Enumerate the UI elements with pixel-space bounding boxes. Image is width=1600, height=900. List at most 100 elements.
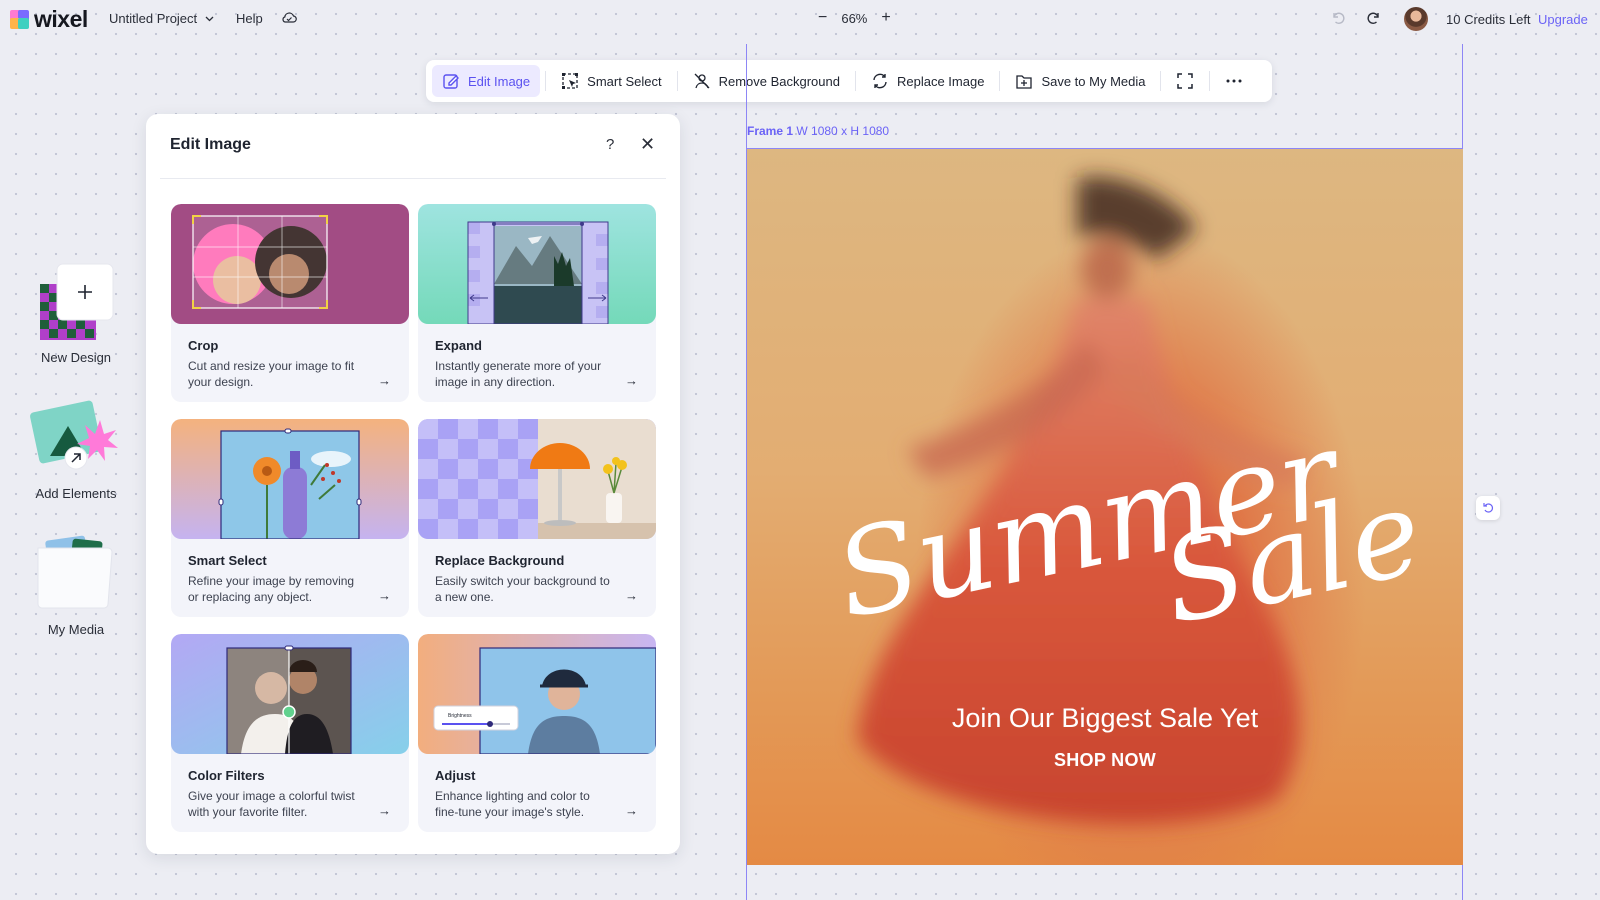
toolbar-divider bbox=[676, 71, 678, 91]
fullscreen-icon bbox=[1177, 73, 1194, 89]
frame-name: Frame 1 bbox=[747, 124, 794, 138]
frame-subtitle: Join Our Biggest Sale Yet bbox=[951, 703, 1259, 733]
rail-new-design[interactable]: New Design bbox=[28, 262, 124, 365]
replace-background-card[interactable]: Replace Background Easily switch your ba… bbox=[418, 419, 656, 617]
shapes-icon bbox=[30, 400, 118, 470]
remove-background-icon bbox=[694, 73, 710, 89]
image-toolbar: Edit Image Smart Select Remove Backgroun… bbox=[426, 60, 1272, 102]
top-bar: wixel Untitled Project Help − 66% + 10 C… bbox=[0, 0, 1600, 38]
color-filters-card[interactable]: Color Filters Give your image a colorful… bbox=[171, 634, 409, 832]
project-menu[interactable]: Untitled Project bbox=[109, 11, 214, 26]
project-name: Untitled Project bbox=[109, 11, 198, 26]
card-description: Instantly generate more of your image in… bbox=[435, 359, 602, 389]
smart-select-label: Smart Select bbox=[587, 73, 662, 89]
undo-icon[interactable] bbox=[1330, 10, 1346, 26]
replace-image-label: Replace Image bbox=[896, 73, 985, 89]
rail-my-media[interactable]: My Media bbox=[28, 534, 124, 637]
card-title: Expand bbox=[435, 338, 482, 353]
card-title: Smart Select bbox=[188, 553, 267, 568]
my-media-thumbnail bbox=[28, 534, 124, 616]
card-description: Cut and resize your image to fit your de… bbox=[188, 359, 355, 389]
adjust-preview-image: Brightness bbox=[418, 634, 656, 754]
arrow-right-icon: → bbox=[625, 373, 638, 388]
help-button[interactable]: ? bbox=[606, 136, 614, 153]
save-to-media-icon bbox=[1016, 75, 1033, 89]
checkerboard-icon bbox=[40, 263, 114, 340]
edit-image-button[interactable]: Edit Image bbox=[432, 65, 541, 97]
rotate-icon bbox=[1483, 503, 1493, 513]
toolbar-divider bbox=[1209, 71, 1211, 91]
more-dots-icon bbox=[1226, 79, 1242, 83]
zoom-in-button[interactable]: + bbox=[881, 9, 890, 27]
zoom-out-button[interactable]: − bbox=[818, 9, 827, 27]
brand-name: wixel bbox=[34, 6, 88, 32]
adjust-slider-label: Brightness bbox=[448, 713, 472, 719]
zoom-level[interactable]: 66% bbox=[841, 11, 867, 26]
rail-add-elements[interactable]: Add Elements bbox=[28, 398, 124, 501]
wixel-logo[interactable]: wixel bbox=[10, 6, 88, 33]
rotate-button[interactable] bbox=[1476, 496, 1500, 520]
more-options-button[interactable] bbox=[1215, 65, 1253, 97]
panel-title: Edit Image bbox=[170, 136, 251, 153]
expand-card[interactable]: Expand Instantly generate more of your i… bbox=[418, 204, 656, 402]
smart-select-card[interactable]: Smart Select Refine your image by removi… bbox=[171, 419, 409, 617]
arrow-right-icon: → bbox=[378, 803, 391, 818]
card-description: Give your image a colorful twist with yo… bbox=[188, 789, 355, 819]
replace-image-button[interactable]: Replace Image bbox=[861, 65, 994, 97]
panel-divider bbox=[160, 178, 666, 179]
edit-image-icon bbox=[443, 74, 459, 89]
edit-image-panel: Edit Image ? ✕ Crop Cut and resize your … bbox=[146, 114, 680, 854]
remove-background-label: Remove Background bbox=[718, 73, 840, 89]
zoom-control: − 66% + bbox=[818, 9, 891, 27]
crop-preview-image bbox=[171, 204, 409, 324]
cloud-saved-icon[interactable] bbox=[281, 11, 297, 25]
save-to-media-button[interactable]: Save to My Media bbox=[1005, 65, 1155, 97]
toolbar-divider bbox=[545, 71, 547, 91]
smart-select-preview-image bbox=[171, 419, 409, 539]
logo-mark-icon bbox=[10, 9, 30, 30]
design-frame[interactable]: Summer Sale Join Our Biggest Sale Yet SH… bbox=[747, 149, 1463, 865]
card-title: Adjust bbox=[435, 768, 476, 783]
shop-now-button[interactable]: SHOP NOW bbox=[747, 750, 1463, 771]
card-description: Easily switch your background to a new o… bbox=[435, 574, 610, 604]
arrow-right-icon: → bbox=[625, 803, 638, 818]
toolbar-divider bbox=[999, 71, 1001, 91]
rail-label: Add Elements bbox=[35, 486, 117, 501]
card-title: Crop bbox=[188, 338, 219, 353]
toolbar-divider bbox=[854, 71, 856, 91]
frame-label[interactable]: Frame 1 W 1080 x H 1080 bbox=[747, 124, 889, 138]
replace-background-preview-image bbox=[418, 419, 656, 539]
smart-select-button[interactable]: Smart Select bbox=[551, 65, 671, 97]
frame-size: W 1080 x H 1080 bbox=[796, 124, 890, 138]
help-menu[interactable]: Help bbox=[236, 11, 263, 26]
new-design-thumbnail bbox=[28, 262, 124, 344]
card-title: Replace Background bbox=[435, 553, 565, 568]
crop-card[interactable]: Crop Cut and resize your image to fit yo… bbox=[171, 204, 409, 402]
upgrade-link[interactable]: Upgrade bbox=[1538, 12, 1588, 27]
user-avatar[interactable] bbox=[1404, 7, 1428, 31]
replace-image-icon bbox=[873, 73, 887, 89]
redo-icon[interactable] bbox=[1366, 10, 1382, 26]
edit-image-label: Edit Image bbox=[468, 73, 531, 89]
color-filters-preview-image bbox=[171, 634, 409, 754]
add-elements-thumbnail bbox=[28, 398, 124, 480]
chevron-down-icon bbox=[205, 16, 214, 21]
card-description: Enhance lighting and color to fine-tune … bbox=[435, 789, 590, 819]
save-to-media-label: Save to My Media bbox=[1041, 73, 1146, 89]
fullscreen-button[interactable] bbox=[1166, 65, 1204, 97]
credits-left: 10 Credits Left bbox=[1446, 12, 1531, 27]
card-description: Refine your image by removing or replaci… bbox=[188, 574, 355, 604]
arrow-right-icon: → bbox=[378, 588, 391, 603]
expand-preview-image bbox=[418, 204, 656, 324]
remove-background-button[interactable]: Remove Background bbox=[683, 65, 850, 97]
toolbar-divider bbox=[1160, 71, 1162, 91]
rail-label: New Design bbox=[40, 350, 112, 365]
card-title: Color Filters bbox=[188, 768, 265, 783]
arrow-right-icon: → bbox=[625, 588, 638, 603]
arrow-right-icon: → bbox=[378, 373, 391, 388]
smart-select-icon bbox=[562, 73, 579, 89]
close-button[interactable]: ✕ bbox=[640, 134, 655, 155]
adjust-card[interactable]: Brightness Adjust Enhance lighting and c… bbox=[418, 634, 656, 832]
folder-icon bbox=[37, 535, 113, 609]
rail-label: My Media bbox=[47, 622, 105, 637]
